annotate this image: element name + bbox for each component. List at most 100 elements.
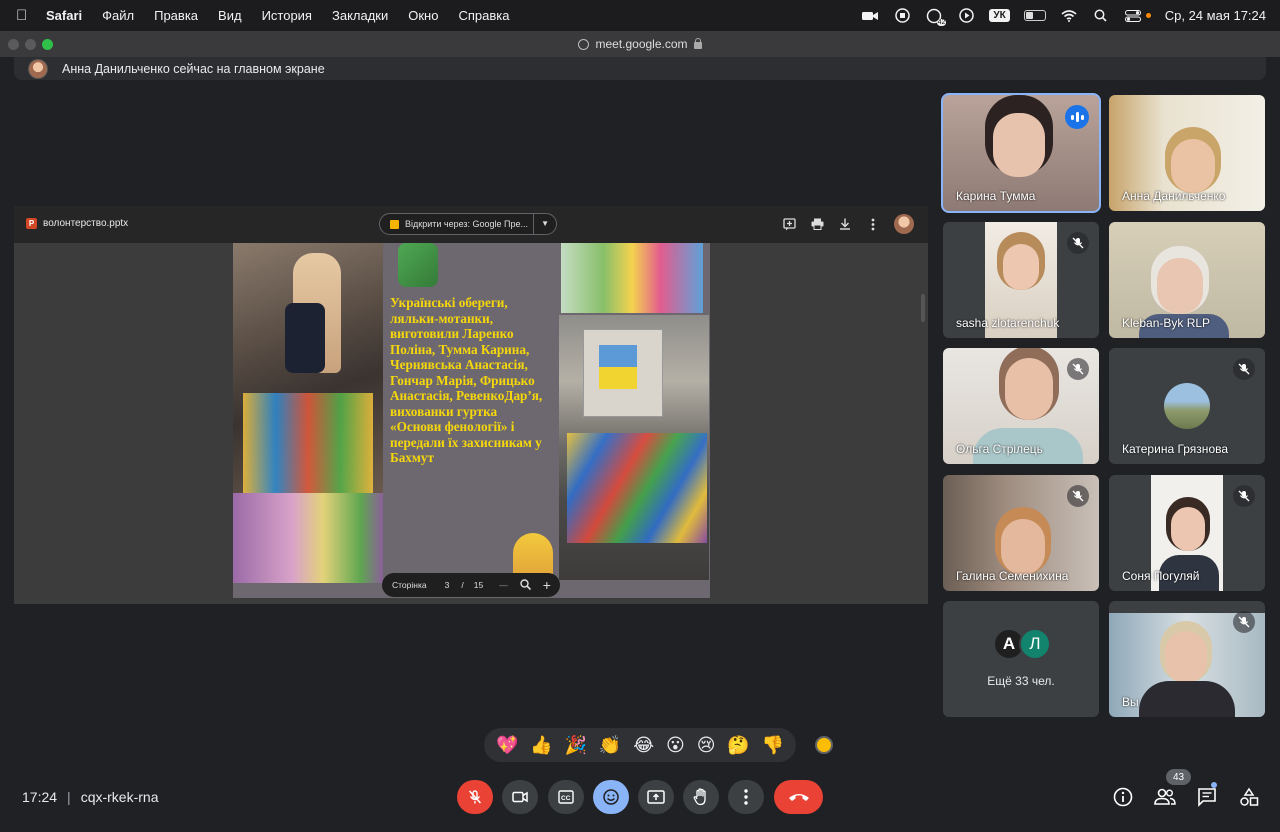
call-end-icon — [788, 794, 809, 801]
zoom-window-button[interactable] — [42, 39, 53, 50]
file-title: P волонтерство.pptx — [26, 218, 128, 229]
close-window-button[interactable] — [8, 39, 19, 50]
activities-button[interactable] — [1237, 785, 1261, 809]
reaction-thumbs-down[interactable]: 👎 — [762, 735, 784, 756]
people-button[interactable] — [1153, 785, 1177, 809]
presenter-avatar — [28, 58, 48, 79]
zoom-icon[interactable] — [519, 578, 531, 592]
participant-tile[interactable]: Катерина Грязнова — [1109, 348, 1265, 464]
chat-button[interactable] — [1195, 785, 1219, 809]
zoom-in-button[interactable]: + — [543, 577, 551, 593]
menubar-clock[interactable]: Ср, 24 мая 17:24 — [1165, 8, 1266, 23]
macos-menubar:  Safari Файл Правка Вид История Закладк… — [0, 0, 1280, 31]
reaction-bar: 💖 👍 🎉 👏 😂 😮 😢 🤔 👎 — [484, 728, 796, 762]
menu-bookmarks[interactable]: Закладки — [332, 8, 388, 23]
mic-toggle-button[interactable] — [457, 780, 493, 814]
open-with-divider — [533, 214, 534, 234]
open-with-button[interactable]: Відкрити через: Google Пре... ▼ — [379, 213, 557, 235]
print-icon[interactable] — [810, 217, 824, 231]
reactions-button[interactable] — [593, 780, 629, 814]
participant-body — [1139, 681, 1235, 717]
participant-tile[interactable]: Карина Тумма — [941, 93, 1101, 213]
wifi-icon[interactable] — [1060, 9, 1078, 23]
google-slides-icon — [390, 219, 399, 229]
screen-record-icon[interactable] — [893, 8, 911, 23]
present-screen-button[interactable] — [638, 780, 674, 814]
self-view-tile[interactable]: Вы — [1109, 601, 1265, 717]
spotlight-search-icon[interactable] — [1092, 9, 1110, 23]
page-current-input[interactable]: 3 — [445, 580, 450, 590]
reaction-party-popper[interactable]: 🎉 — [565, 735, 587, 756]
open-with-label: Відкрити через: Google Пре... — [405, 219, 529, 229]
battery-icon[interactable] — [1023, 10, 1046, 21]
raise-hand-button[interactable] — [683, 780, 719, 814]
menu-file[interactable]: Файл — [102, 8, 134, 23]
menu-window[interactable]: Окно — [408, 8, 438, 23]
zoom-out-button[interactable]: — — [499, 580, 508, 590]
reaction-clapping[interactable]: 👏 — [599, 735, 621, 756]
input-source-indicator[interactable]: УК — [989, 9, 1010, 22]
skin-tone-icon — [815, 736, 833, 754]
notification-center-icon[interactable]: 42 — [925, 8, 947, 26]
add-comment-icon[interactable] — [782, 217, 796, 231]
participant-tile[interactable]: Соня Погуляй — [1109, 475, 1265, 591]
mic-off-icon — [1233, 611, 1255, 633]
reaction-thumbs-up[interactable]: 👍 — [530, 735, 552, 756]
people-icon — [1154, 788, 1176, 805]
participant-name: Соня Погуляй — [1122, 569, 1200, 583]
reaction-sad[interactable]: 😢 — [697, 735, 716, 756]
captions-button[interactable]: CC — [548, 780, 584, 814]
page-label: Сторінка — [392, 580, 427, 590]
participant-name: Катерина Грязнова — [1122, 442, 1229, 456]
chat-unread-dot — [1211, 782, 1217, 788]
apple-menu-icon[interactable]:  — [16, 7, 34, 24]
minimize-window-button[interactable] — [25, 39, 36, 50]
participant-name: Kleban-Byk RLP — [1122, 316, 1211, 330]
mic-off-icon — [1233, 358, 1255, 380]
slide-photo-volunteers — [233, 243, 383, 493]
chevron-down-icon[interactable]: ▼ — [541, 219, 549, 228]
control-center-icon[interactable] — [1124, 9, 1142, 23]
meeting-code: cqx-rkek-rna — [80, 789, 159, 805]
participant-tile[interactable]: Галина Семенихина — [943, 475, 1099, 591]
mic-off-icon — [1233, 485, 1255, 507]
participant-name: Вы — [1122, 695, 1139, 709]
leave-call-button[interactable] — [774, 780, 823, 814]
slide-doll-top-center — [398, 243, 438, 287]
mic-off-icon — [468, 790, 482, 804]
menu-app-safari[interactable]: Safari — [46, 8, 82, 23]
file-viewer-toolbar: P волонтерство.pptx Відкрити через: Goog… — [14, 206, 928, 243]
reaction-thinking[interactable]: 🤔 — [727, 735, 749, 756]
viewer-scrollbar[interactable] — [921, 294, 925, 322]
safari-title-bar: meet.google.com — [0, 31, 1280, 57]
camera-toggle-button[interactable] — [502, 780, 538, 814]
participant-tile[interactable]: Kleban-Byk RLP — [1109, 222, 1265, 338]
reaction-surprised[interactable]: 😮 — [666, 735, 685, 756]
participant-tile[interactable]: sasha zlotarenchuk — [943, 222, 1099, 338]
address-bar-url: meet.google.com — [595, 37, 688, 51]
menu-history[interactable]: История — [262, 8, 312, 23]
reaction-joy[interactable]: 😂 — [633, 735, 654, 756]
play-status-icon[interactable] — [957, 8, 975, 23]
camera-status-icon[interactable] — [861, 9, 879, 23]
more-vert-icon — [744, 789, 748, 805]
menu-edit[interactable]: Правка — [154, 8, 198, 23]
menu-help[interactable]: Справка — [458, 8, 509, 23]
address-bar[interactable]: meet.google.com — [578, 37, 702, 51]
skin-tone-picker-button[interactable] — [812, 733, 836, 757]
participant-tile[interactable]: Анна Данильченко — [1109, 95, 1265, 211]
chat-icon — [1198, 788, 1216, 807]
participant-face — [993, 113, 1045, 177]
download-icon[interactable] — [838, 217, 852, 231]
participant-tile[interactable]: Ольга Стрілець — [943, 348, 1099, 464]
more-participants-tile[interactable]: А Л Ещё 33 чел. — [943, 601, 1099, 717]
participant-face — [1165, 631, 1207, 683]
more-options-icon[interactable] — [866, 217, 880, 231]
viewer-account-avatar[interactable] — [894, 214, 914, 234]
more-options-button[interactable] — [728, 780, 764, 814]
meeting-info-button[interactable] — [1111, 785, 1135, 809]
participant-face — [1001, 519, 1045, 575]
participant-avatar — [1164, 383, 1210, 429]
menu-view[interactable]: Вид — [218, 8, 242, 23]
reaction-sparkling-heart[interactable]: 💖 — [496, 735, 518, 756]
